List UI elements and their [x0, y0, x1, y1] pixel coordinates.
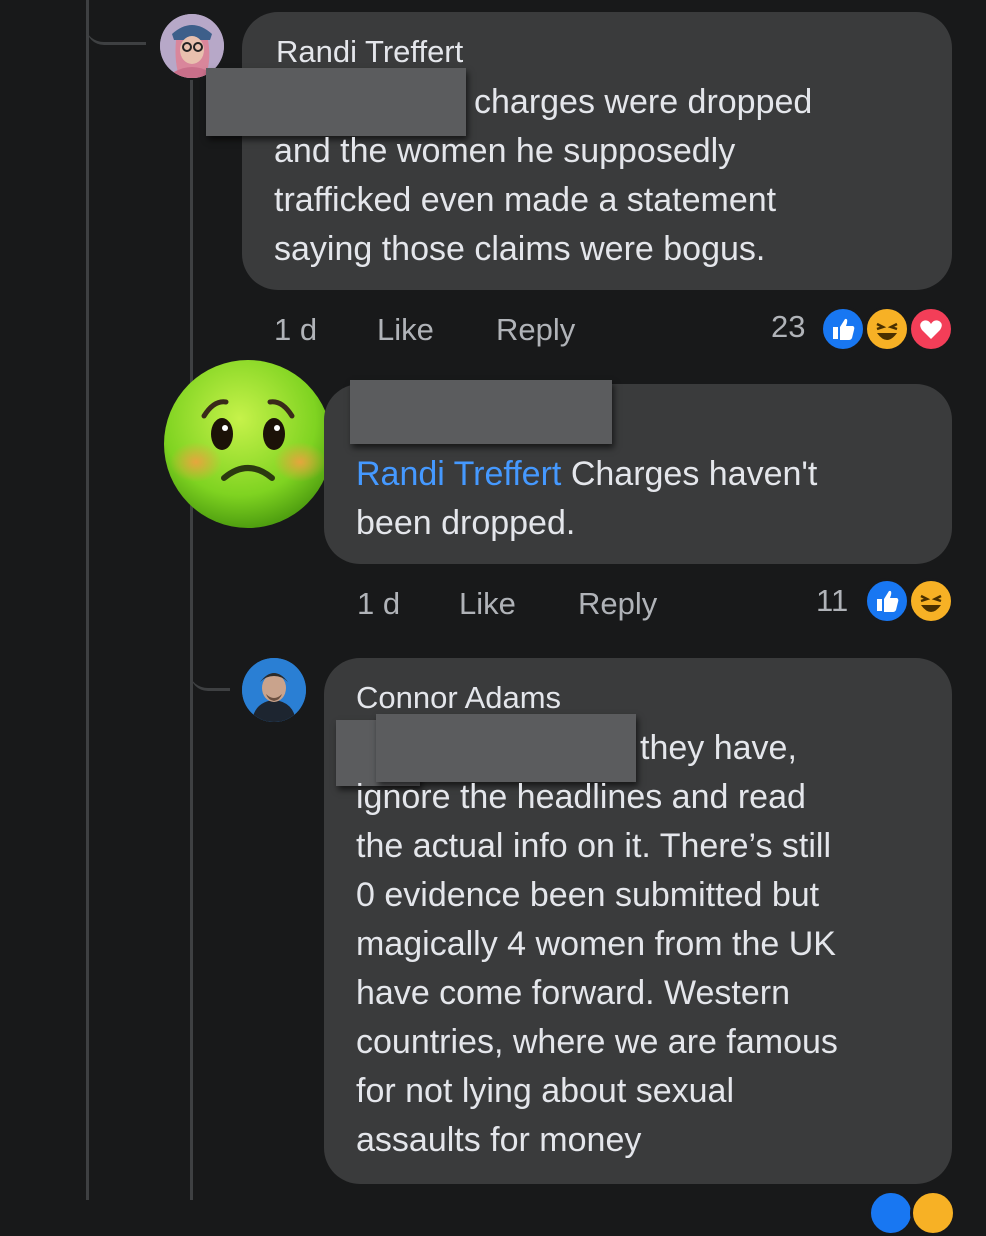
comment-author[interactable]: Randi Treffert	[276, 34, 463, 70]
nauseated-face-emoji	[164, 360, 332, 528]
comment-timestamp[interactable]: 1 d	[357, 586, 400, 622]
comment-text-line: magically 4 women from the UK	[356, 925, 836, 963]
comment-text-line: for not lying about sexual	[356, 1072, 735, 1110]
comment-text-line: countries, where we are famous	[356, 1023, 838, 1061]
comment-text-line: and the women he supposedly	[274, 132, 736, 170]
comment-text-line: 0 evidence been submitted but	[356, 876, 820, 914]
comment-bubble: Randi Treffert Charges haven't been drop…	[324, 380, 952, 564]
like-button[interactable]: Like	[377, 312, 434, 348]
comment-text-line: the actual info on it. There’s still	[356, 827, 832, 865]
comment-author[interactable]: Connor Adams	[356, 680, 561, 716]
redacted-mention	[376, 714, 636, 782]
redacted-mention	[206, 68, 466, 136]
like-button[interactable]: Like	[459, 586, 516, 622]
thread-line	[86, 0, 89, 1200]
avatar[interactable]	[242, 658, 306, 722]
comment-text-line: been dropped.	[356, 504, 576, 542]
comment-text-line: trafficked even made a statement	[274, 181, 777, 219]
reply-button[interactable]: Reply	[496, 312, 575, 348]
reaction-count[interactable]: 11	[816, 583, 848, 619]
comment-timestamp[interactable]: 1 d	[274, 312, 317, 348]
reply-button[interactable]: Reply	[578, 586, 657, 622]
love-icon	[908, 306, 954, 352]
haha-icon	[908, 578, 954, 624]
comment-bubble: Randi Treffert charges were dropped and …	[206, 12, 952, 290]
comment-text-line: ignore the headlines and read	[356, 778, 806, 816]
comment-text-line: have come forward. Western	[356, 974, 790, 1012]
comment-text-line: they have,	[640, 729, 797, 767]
like-icon	[868, 1190, 914, 1236]
comment-text-line: saying those claims were bogus.	[274, 230, 766, 268]
haha-icon	[910, 1190, 956, 1236]
redacted-author	[350, 380, 612, 444]
like-icon	[820, 306, 866, 352]
reply-connector	[86, 0, 146, 45]
comment-bubble: Connor Adams they have, ignore the headl…	[324, 658, 952, 1184]
comment-text: Charges haven't	[561, 455, 818, 493]
reaction-count[interactable]: 23	[771, 309, 805, 345]
comment-text-line: assaults for money	[356, 1121, 642, 1159]
mention-link[interactable]: Randi Treffert	[356, 455, 561, 493]
reply-connector	[190, 640, 230, 691]
comment-text-line: Randi Treffert Charges haven't	[356, 450, 817, 499]
avatar[interactable]	[162, 358, 334, 530]
profile-photo	[242, 658, 306, 722]
comment-text-line: charges were dropped	[474, 83, 813, 121]
haha-icon	[864, 306, 910, 352]
like-icon	[864, 578, 910, 624]
